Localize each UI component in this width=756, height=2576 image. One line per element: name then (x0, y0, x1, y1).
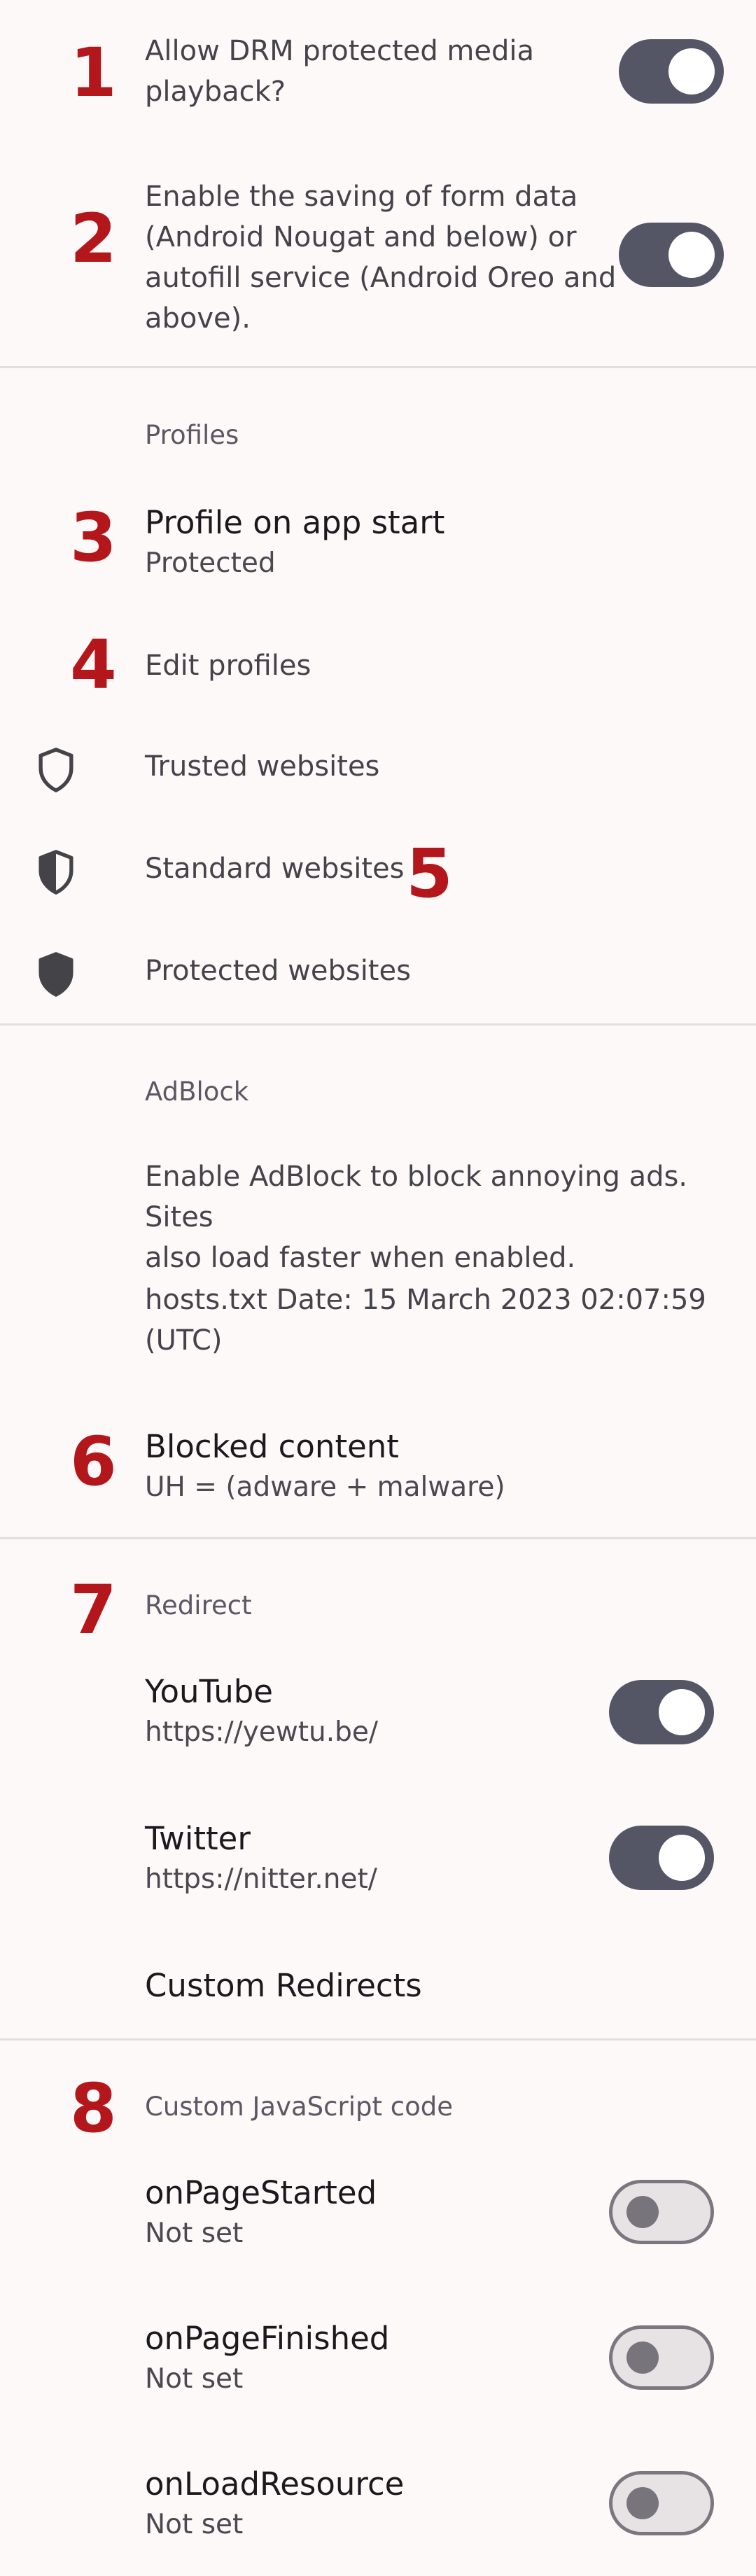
standard-websites-row[interactable]: Standard websites (0, 833, 756, 910)
drm-setting-label: Allow DRM protected media playback? (145, 35, 535, 108)
toggle-knob (659, 1835, 705, 1881)
blocked-content-row[interactable]: Blocked content UH = (adware + malware) (0, 1421, 756, 1519)
youtube-redirect-url: https://yewtu.be/ (145, 1716, 379, 1748)
protected-websites-label: Protected websites (145, 955, 411, 987)
on-page-finished-value: Not set (145, 2363, 244, 2395)
toggle-knob (626, 2196, 659, 2228)
annotation-8: 8 (70, 2069, 117, 2148)
drm-toggle[interactable] (619, 39, 724, 104)
youtube-redirect-title: YouTube (145, 1673, 273, 1710)
on-page-started-value: Not set (145, 2218, 244, 2249)
profile-on-app-start-title: Profile on app start (145, 504, 445, 541)
toggle-knob (626, 2342, 659, 2374)
edit-profiles-row[interactable]: Edit profiles (0, 630, 756, 707)
on-page-started-toggle[interactable] (609, 2180, 714, 2244)
toggle-knob (626, 2487, 659, 2519)
custom-redirects-title: Custom Redirects (145, 1967, 422, 2004)
shield-outline-icon (38, 748, 74, 792)
profile-on-app-start-value: Protected (145, 547, 276, 579)
shield-filled-icon (38, 952, 74, 997)
redirect-header: Redirect (145, 1590, 252, 1620)
trusted-websites-label: Trusted websites (145, 750, 380, 783)
on-load-resource-title: onLoadResource (145, 2465, 405, 2502)
protected-websites-row[interactable]: Protected websites (0, 935, 756, 1012)
toggle-knob (668, 48, 715, 94)
edit-profiles-label: Edit profiles (145, 650, 312, 682)
adblock-header: AdBlock (145, 1077, 249, 1107)
on-page-finished-title: onPageFinished (145, 2320, 390, 2357)
custom-javascript-header: Custom JavaScript code (145, 2092, 453, 2122)
toggle-knob (668, 232, 715, 278)
adblock-toggle-row[interactable]: Enable AdBlock to block annoying ads. Si… (0, 1148, 756, 1358)
custom-redirects-row[interactable]: Custom Redirects (0, 1950, 756, 2027)
trusted-websites-row[interactable]: Trusted websites (0, 731, 756, 808)
blocked-content-title: Blocked content (145, 1428, 399, 1465)
twitter-redirect-toggle[interactable] (609, 1826, 714, 1890)
form-data-setting-label: Enable the saving of form data (Android … (145, 181, 617, 335)
blocked-content-value: UH = (adware + malware) (145, 1471, 505, 1503)
annotation-7: 7 (70, 1571, 117, 1649)
on-load-resource-value: Not set (145, 2509, 244, 2540)
profiles-header: Profiles (145, 420, 239, 450)
on-load-resource-toggle[interactable] (609, 2471, 714, 2535)
form-data-toggle[interactable] (619, 223, 724, 287)
divider (0, 1537, 756, 1539)
standard-websites-label: Standard websites (145, 853, 405, 885)
toggle-knob (659, 1689, 705, 1735)
twitter-redirect-title: Twitter (145, 1820, 251, 1857)
youtube-redirect-toggle[interactable] (609, 1680, 714, 1744)
divider (0, 366, 756, 368)
on-page-started-title: onPageStarted (145, 2174, 377, 2211)
shield-half-icon (38, 850, 74, 895)
profile-on-app-start-row[interactable]: Profile on app start Protected (0, 497, 756, 595)
adblock-description: Enable AdBlock to block annoying ads. Si… (145, 1161, 688, 1274)
divider (0, 1023, 756, 1026)
twitter-redirect-url: https://nitter.net/ (145, 1863, 377, 1895)
on-page-finished-toggle[interactable] (609, 2325, 714, 2390)
hosts-date: hosts.txt Date: 15 March 2023 02:07:59 (… (145, 1284, 706, 1357)
divider (0, 2038, 756, 2040)
